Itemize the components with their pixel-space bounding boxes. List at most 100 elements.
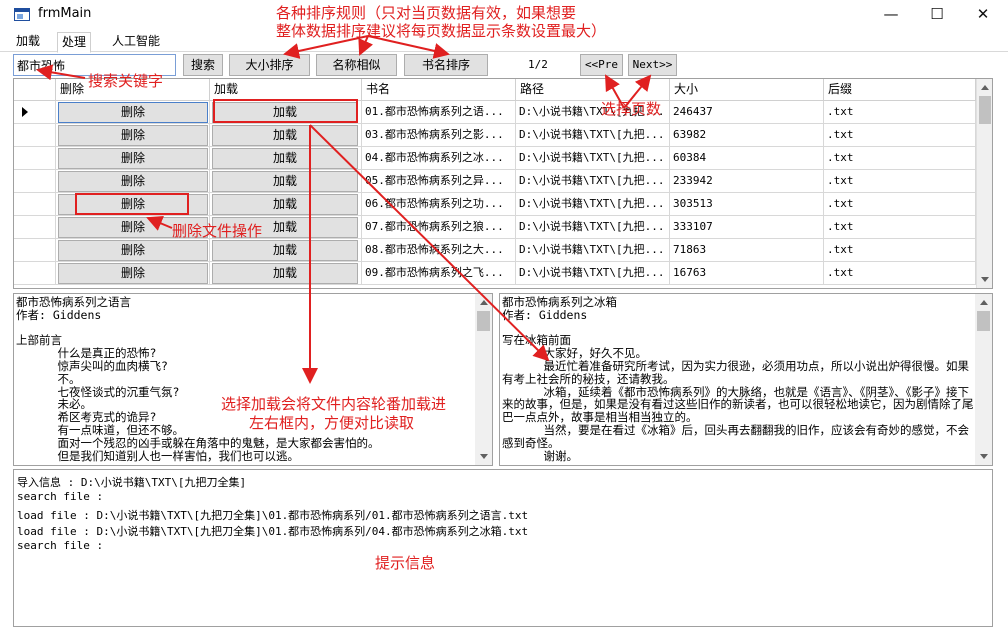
cell-book-name: 01.都市恐怖病系列之语...: [362, 101, 516, 124]
row-header[interactable]: [14, 193, 56, 216]
delete-button[interactable]: 删除: [58, 125, 208, 146]
left-pane-scrollbar[interactable]: [475, 294, 492, 465]
cell-ext: .txt: [824, 193, 976, 216]
table-row[interactable]: 删除 加载 08.都市恐怖病系列之大... D:\小说书籍\TXT\[九把... 718…: [14, 239, 976, 262]
row-header[interactable]: [14, 216, 56, 239]
load-button[interactable]: 加载: [212, 194, 358, 215]
tab-process[interactable]: 处理: [57, 32, 92, 53]
log-line: search file :: [17, 490, 104, 503]
row-header[interactable]: [14, 147, 56, 170]
col-name[interactable]: 书名: [362, 79, 516, 101]
cell-delete: 删除: [56, 147, 210, 170]
cell-load: 加载: [210, 124, 362, 147]
delete-button-highlight: [75, 193, 189, 215]
cell-path: D:\小说书籍\TXT\[九把...: [516, 124, 670, 147]
load-button[interactable]: 加载: [212, 148, 358, 169]
scroll-up-icon[interactable]: [981, 85, 989, 90]
cell-book-name: 08.都市恐怖病系列之大...: [362, 239, 516, 262]
scroll-thumb[interactable]: [977, 311, 990, 331]
load-button-highlight: [213, 99, 358, 123]
cell-book-name: 07.都市恐怖病系列之狼...: [362, 216, 516, 239]
cell-delete: 删除: [56, 262, 210, 285]
cell-path: D:\小说书籍\TXT\[九把...: [516, 216, 670, 239]
delete-button[interactable]: 删除: [58, 102, 208, 123]
right-reading-pane[interactable]: 都市恐怖病系列之冰箱 作者: Giddens 写在冰箱前面 大家好，好久不见。 …: [499, 293, 993, 466]
cell-path: D:\小说书籍\TXT\[九把...: [516, 262, 670, 285]
scroll-up-icon[interactable]: [480, 300, 488, 305]
cell-book-name: 03.都市恐怖病系列之影...: [362, 124, 516, 147]
cell-load: 加载: [210, 147, 362, 170]
col-load[interactable]: 加载: [210, 79, 362, 101]
log-output[interactable]: 导入信息 : D:\小说书籍\TXT\[九把刀全集] search file :…: [13, 469, 993, 627]
row-header[interactable]: [14, 124, 56, 147]
table-row[interactable]: 删除 加载 05.都市恐怖病系列之异... D:\小说书籍\TXT\[九把... 233…: [14, 170, 976, 193]
tab-ai[interactable]: 人工智能: [108, 32, 164, 52]
delete-button[interactable]: 删除: [58, 263, 208, 284]
search-button[interactable]: 搜索: [183, 54, 223, 76]
left-reading-pane[interactable]: 都市恐怖病系列之语言 作者: Giddens 上部前言 什么是真正的恐怖? 惊声…: [13, 293, 493, 466]
table-row[interactable]: 删除 加载 09.都市恐怖病系列之飞... D:\小说书籍\TXT\[九把... 167…: [14, 262, 976, 285]
row-header[interactable]: [14, 262, 56, 285]
log-line: load file : D:\小说书籍\TXT\[九把刀全集]\01.都市恐怖病…: [17, 525, 529, 538]
row-header[interactable]: [14, 170, 56, 193]
load-button[interactable]: 加载: [212, 171, 358, 192]
name-similar-button[interactable]: 名称相似: [316, 54, 397, 76]
table-row[interactable]: 删除 加载 01.都市恐怖病系列之语... D:\小说书籍\TXT\[九把... 246…: [14, 101, 976, 124]
minimize-button[interactable]: —: [868, 0, 914, 30]
annotation-search-key: 搜索关键字: [88, 72, 164, 90]
col-ext[interactable]: 后缀: [824, 79, 976, 101]
delete-button[interactable]: 删除: [58, 148, 208, 169]
app-icon: [14, 8, 30, 21]
cell-load: 加载: [210, 193, 362, 216]
annotation-hint: 提示信息: [375, 554, 436, 572]
cell-size: 16763: [670, 262, 824, 285]
scroll-up-icon[interactable]: [980, 300, 988, 305]
maximize-button[interactable]: ☐: [914, 0, 960, 30]
scroll-thumb[interactable]: [477, 311, 490, 331]
cell-book-name: 09.都市恐怖病系列之飞...: [362, 262, 516, 285]
cell-delete: 删除: [56, 124, 210, 147]
next-page-button[interactable]: Next>>: [628, 54, 677, 76]
delete-button[interactable]: 删除: [58, 171, 208, 192]
cell-path: D:\小说书籍\TXT\[九把...: [516, 193, 670, 216]
cell-delete: 删除: [56, 170, 210, 193]
current-row-icon: [22, 107, 28, 117]
scroll-down-icon[interactable]: [981, 277, 989, 282]
title-sort-button[interactable]: 书名排序: [404, 54, 488, 76]
log-line: load file : D:\小说书籍\TXT\[九把刀全集]\01.都市恐怖病…: [17, 509, 529, 522]
col-size[interactable]: 大小: [670, 79, 824, 101]
left-pane-text: 都市恐怖病系列之语言 作者: Giddens 上部前言 什么是真正的恐怖? 惊声…: [16, 295, 380, 463]
row-header[interactable]: [14, 101, 56, 124]
cell-ext: .txt: [824, 239, 976, 262]
scroll-thumb[interactable]: [979, 96, 991, 124]
load-button[interactable]: 加载: [212, 125, 358, 146]
tab-load[interactable]: 加载: [12, 32, 44, 52]
size-sort-button[interactable]: 大小排序: [229, 54, 310, 76]
cell-ext: .txt: [824, 124, 976, 147]
cell-path: D:\小说书籍\TXT\[九把...: [516, 147, 670, 170]
scroll-down-icon[interactable]: [980, 454, 988, 459]
cell-size: 71863: [670, 239, 824, 262]
right-pane-scrollbar[interactable]: [975, 294, 992, 465]
delete-button[interactable]: 删除: [58, 240, 208, 261]
annotation-page-select: 选择页数: [601, 100, 662, 118]
load-button[interactable]: 加载: [212, 263, 358, 284]
cell-delete: 删除: [56, 239, 210, 262]
cell-size: 303513: [670, 193, 824, 216]
right-pane-text: 都市恐怖病系列之冰箱 作者: Giddens 写在冰箱前面 大家好，好久不见。 …: [502, 295, 974, 463]
row-header[interactable]: [14, 239, 56, 262]
load-button[interactable]: 加载: [212, 240, 358, 261]
cell-book-name: 05.都市恐怖病系列之异...: [362, 170, 516, 193]
grid-vertical-scrollbar[interactable]: [976, 79, 992, 288]
table-row[interactable]: 删除 加载 04.都市恐怖病系列之冰... D:\小说书籍\TXT\[九把... 603…: [14, 147, 976, 170]
scroll-down-icon[interactable]: [480, 454, 488, 459]
cell-ext: .txt: [824, 216, 976, 239]
cell-size: 63982: [670, 124, 824, 147]
cell-book-name: 04.都市恐怖病系列之冰...: [362, 147, 516, 170]
table-row[interactable]: 删除 加载 03.都市恐怖病系列之影... D:\小说书籍\TXT\[九把... 639…: [14, 124, 976, 147]
cell-ext: .txt: [824, 262, 976, 285]
page-indicator: 1/2: [528, 58, 548, 71]
close-button[interactable]: ✕: [960, 0, 1006, 30]
table-row[interactable]: 删除 加载 07.都市恐怖病系列之狼... D:\小说书籍\TXT\[九把... 333…: [14, 216, 976, 239]
prev-page-button[interactable]: <<Pre: [580, 54, 623, 76]
